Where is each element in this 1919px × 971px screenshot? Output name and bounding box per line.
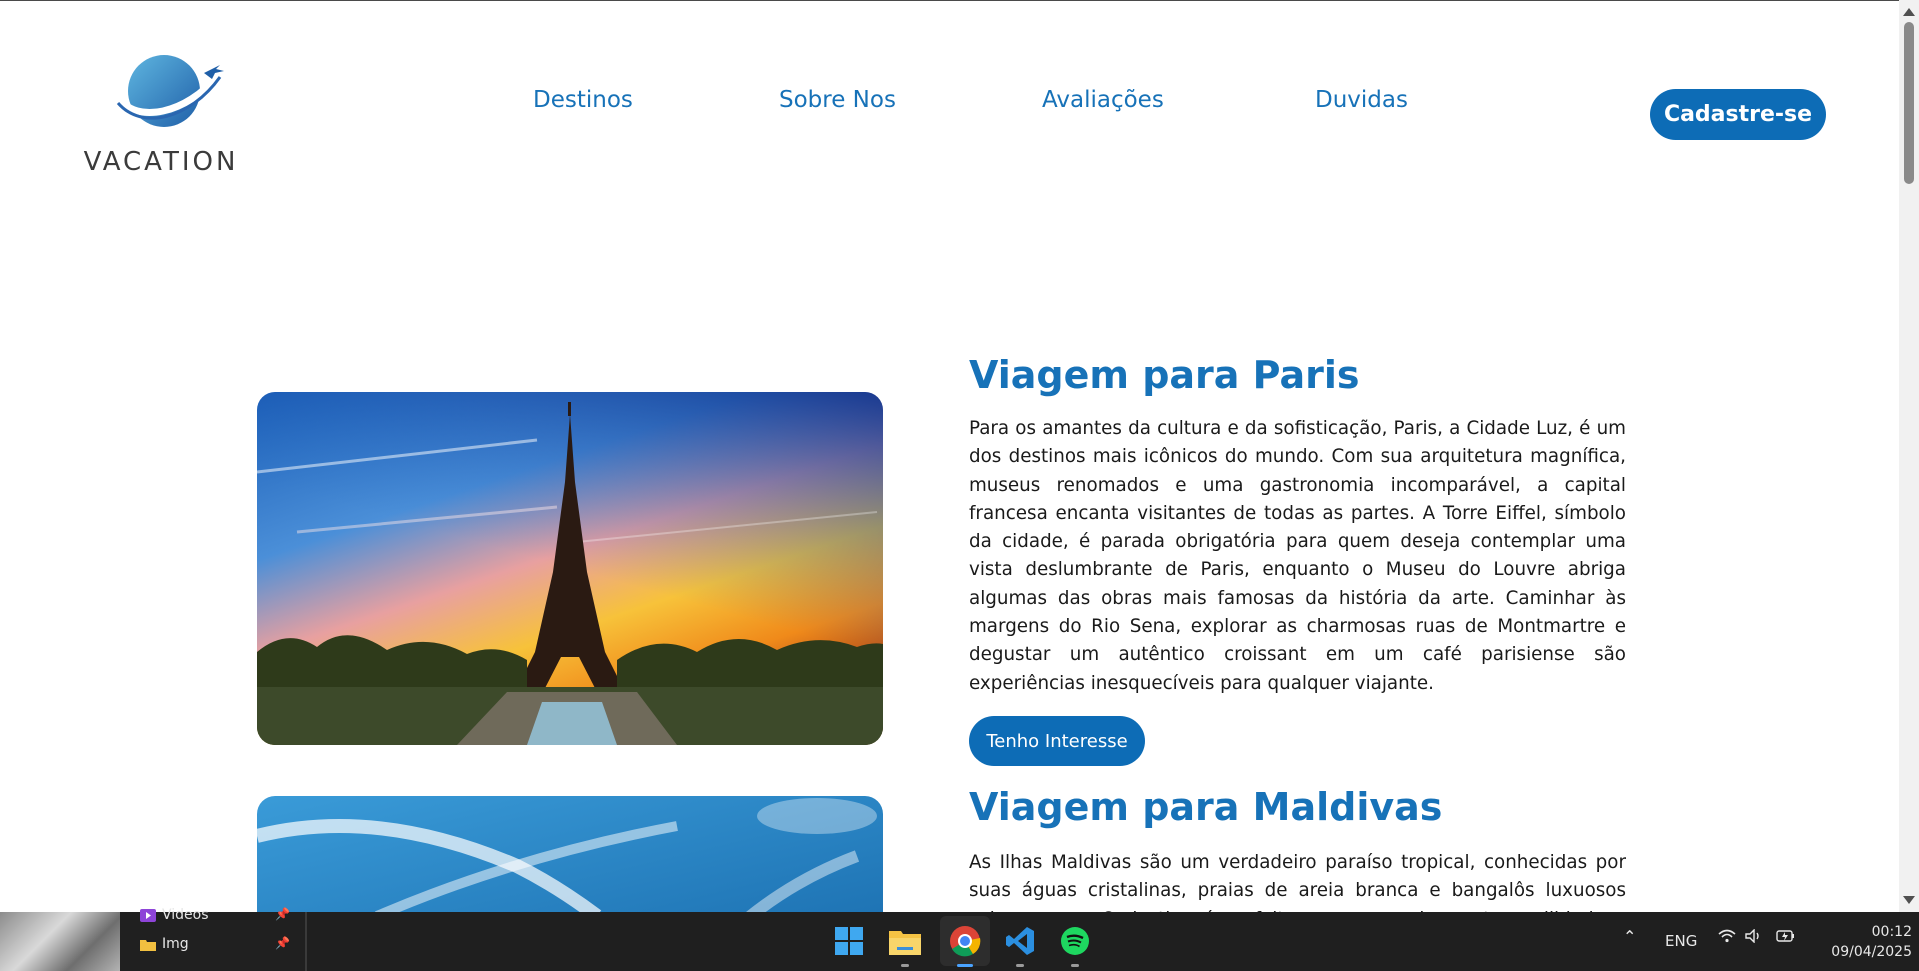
quick-access-label: Img (162, 936, 189, 952)
paris-photo (257, 392, 883, 745)
globe-plane-icon (116, 55, 224, 127)
section-text-paris: Para os amantes da cultura e da sofistic… (969, 418, 1626, 694)
volume-icon[interactable] (1745, 928, 1763, 947)
battery-charging-icon[interactable] (1776, 928, 1796, 948)
section-text-maldivas: As Ilhas Maldivas são um verdadeiro para… (969, 852, 1626, 913)
scroll-down-arrow-icon[interactable] (1903, 896, 1915, 904)
chrome-icon[interactable] (946, 922, 984, 967)
nav-avaliacoes[interactable]: Avaliações (1042, 87, 1164, 113)
nav-duvidas[interactable]: Duvidas (1315, 87, 1408, 113)
maldivas-photo (257, 796, 883, 913)
logo-text: VACATION (83, 147, 239, 177)
folder-icon (140, 940, 156, 951)
clock-time: 00:12 (1871, 924, 1912, 940)
section-title-paris: Viagem para Paris (969, 353, 1360, 397)
quick-access-item-videos[interactable]: Videos (140, 907, 209, 923)
windows-start-icon[interactable] (830, 922, 868, 960)
browser-viewport: VACATION Destinos Sobre Nos Avaliações D… (0, 0, 1899, 913)
running-indicator (901, 964, 909, 967)
scroll-thumb[interactable] (1904, 22, 1914, 184)
scroll-up-arrow-icon[interactable] (1903, 8, 1915, 16)
vacation-logo[interactable]: VACATION (76, 53, 246, 178)
interest-button[interactable]: Tenho Interesse (969, 716, 1145, 766)
desktop-peek (0, 912, 120, 971)
quick-access-item-img[interactable]: Img (140, 936, 189, 952)
running-indicator (1071, 964, 1079, 967)
video-folder-icon (140, 909, 156, 922)
nav-sobre-nos[interactable]: Sobre Nos (779, 87, 896, 113)
page-scrollbar[interactable] (1899, 0, 1919, 912)
system-clock[interactable]: 00:12 09/04/2025 (1812, 922, 1912, 962)
signup-button[interactable]: Cadastre-se (1650, 89, 1826, 140)
windows-taskbar: Videos 📌 Img 📌 ⌃ ENG 00:12 09/04/2025 (0, 907, 1919, 971)
nav-destinos[interactable]: Destinos (533, 87, 633, 113)
vscode-icon[interactable] (1001, 922, 1039, 967)
quick-access-label: Videos (162, 907, 209, 923)
language-indicator[interactable]: ENG (1665, 932, 1697, 950)
section-title-maldivas: Viagem para Maldivas (969, 785, 1443, 829)
tray-overflow-chevron-icon[interactable]: ⌃ (1623, 927, 1636, 946)
pin-icon: 📌 (275, 936, 290, 950)
explorer-quick-access: Videos 📌 Img 📌 (120, 907, 307, 971)
active-indicator (957, 964, 973, 967)
running-indicator (1016, 964, 1024, 967)
pin-icon: 📌 (275, 907, 290, 921)
wifi-icon[interactable] (1718, 929, 1736, 947)
file-explorer-icon[interactable] (886, 922, 924, 967)
clock-date: 09/04/2025 (1831, 944, 1912, 960)
spotify-icon[interactable] (1056, 922, 1094, 967)
